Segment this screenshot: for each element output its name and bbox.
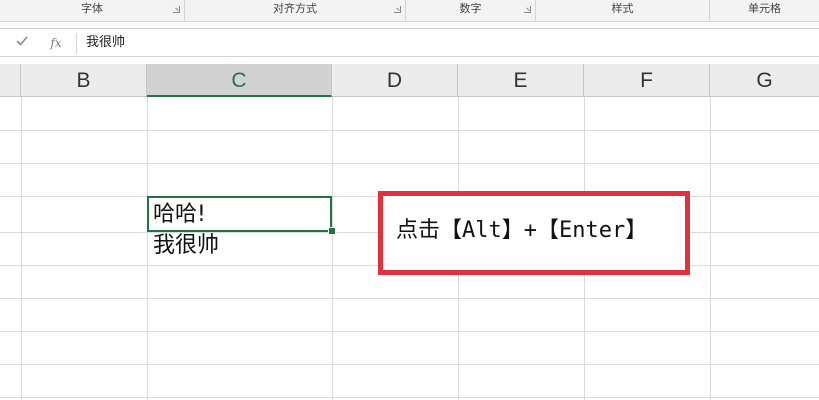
formula-bar-divider	[76, 33, 77, 53]
cell-line-1: 哈哈!	[153, 202, 206, 227]
grid-line	[710, 97, 711, 400]
column-header-f[interactable]: F	[584, 64, 710, 96]
checkmark-icon[interactable]	[12, 34, 32, 52]
column-header-e[interactable]: E	[458, 64, 584, 96]
grid-line	[0, 130, 819, 131]
formula-bar: fx 我很帅	[0, 28, 819, 57]
formula-input[interactable]: 我很帅	[86, 29, 125, 56]
cell-line-2: 我很帅	[153, 233, 220, 258]
dialog-launcher-icon[interactable]	[524, 6, 531, 13]
grid-line	[332, 97, 333, 400]
instruction-text: 点击【Alt】+【Enter】	[396, 218, 648, 243]
column-header-b[interactable]: B	[21, 64, 147, 96]
grid-line	[21, 97, 22, 400]
grid-line	[0, 397, 819, 398]
fill-handle[interactable]	[328, 227, 336, 235]
dialog-launcher-icon[interactable]	[394, 6, 401, 13]
column-header-c[interactable]: C	[147, 64, 332, 97]
dialog-launcher-icon[interactable]	[173, 6, 180, 13]
ribbon-group-label: 样式	[611, 2, 634, 15]
ribbon-group-labels: 字体 对齐方式 数字 样式 单元格	[0, 0, 819, 22]
grid-line	[0, 331, 819, 332]
insert-function-button[interactable]: fx	[46, 34, 66, 52]
ribbon-group-number: 数字	[406, 0, 536, 21]
instruction-callout: 点击【Alt】+【Enter】	[378, 191, 690, 275]
ribbon-group-alignment: 对齐方式	[185, 0, 406, 21]
active-cell-content: 哈哈! 我很帅	[153, 199, 219, 261]
ribbon-group-cells: 单元格	[710, 0, 819, 21]
grid-line	[0, 298, 819, 299]
ribbon-group-styles: 样式	[536, 0, 710, 21]
ribbon-group-label: 单元格	[748, 2, 781, 15]
grid-line	[0, 364, 819, 365]
ribbon-group-font: 字体	[0, 0, 185, 21]
column-header-a-partial[interactable]	[0, 64, 21, 96]
column-header-g[interactable]: G	[710, 64, 819, 96]
grid-line	[0, 163, 819, 164]
ribbon-group-label: 对齐方式	[273, 2, 317, 15]
ribbon-group-label: 数字	[459, 2, 482, 15]
column-header-row: B C D E F G	[0, 64, 819, 97]
grid-line	[147, 97, 148, 400]
column-header-d[interactable]: D	[332, 64, 458, 96]
ribbon-group-label: 字体	[81, 2, 103, 15]
